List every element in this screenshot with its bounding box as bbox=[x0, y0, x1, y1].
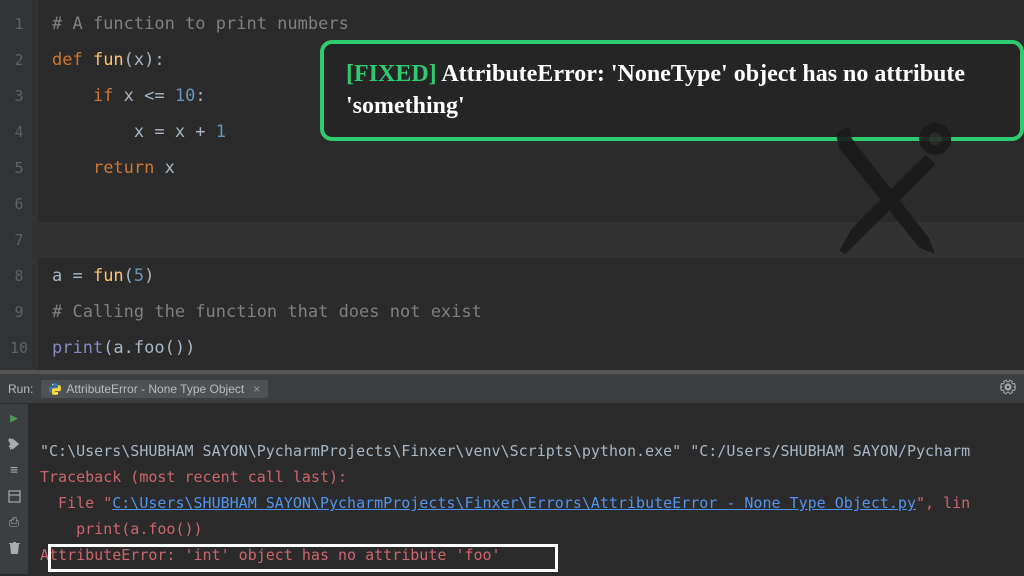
line-number: 6 bbox=[0, 186, 38, 222]
line-number: 7 bbox=[0, 222, 38, 258]
error-message: AttributeError: 'int' object has no attr… bbox=[40, 546, 501, 564]
line-number: 10 bbox=[0, 330, 38, 366]
code-editor[interactable]: 12345678910 # A function to print number… bbox=[0, 0, 1024, 370]
code-line[interactable]: print(a.foo()) bbox=[38, 330, 1024, 366]
traceback-call: print(a.foo()) bbox=[40, 520, 203, 538]
layout-icon[interactable] bbox=[6, 488, 22, 504]
line-number: 8 bbox=[0, 258, 38, 294]
file-quote-pre: File " bbox=[40, 494, 112, 512]
line-number: 2 bbox=[0, 42, 38, 78]
line-number-gutter: 12345678910 bbox=[0, 0, 38, 370]
traceback-header: Traceback (most recent call last): bbox=[40, 468, 347, 486]
tools-icon bbox=[804, 110, 964, 270]
console-output[interactable]: "C:\Users\SHUBHAM SAYON\PycharmProjects\… bbox=[28, 404, 1024, 574]
python-icon bbox=[49, 383, 61, 395]
traceback-file-link[interactable]: C:\Users\SHUBHAM SAYON\PycharmProjects\F… bbox=[112, 494, 916, 512]
wrap-icon[interactable]: ⎙ bbox=[6, 514, 22, 530]
close-icon[interactable]: × bbox=[253, 382, 260, 396]
line-number: 5 bbox=[0, 150, 38, 186]
line-number: 3 bbox=[0, 78, 38, 114]
console-command: "C:\Users\SHUBHAM SAYON\PycharmProjects\… bbox=[40, 442, 970, 460]
line-number: 1 bbox=[0, 6, 38, 42]
trash-icon[interactable] bbox=[6, 540, 22, 556]
line-number: 9 bbox=[0, 294, 38, 330]
run-config-tab[interactable]: AttributeError - None Type Object × bbox=[41, 380, 268, 398]
gear-icon[interactable] bbox=[1000, 379, 1016, 399]
file-quote-post: ", lin bbox=[916, 494, 970, 512]
rerun-icon[interactable]: ▶ bbox=[6, 410, 22, 426]
down-icon[interactable]: ≡ bbox=[6, 462, 22, 478]
code-line[interactable]: # A function to print numbers bbox=[38, 6, 1024, 42]
run-tab-label: AttributeError - None Type Object bbox=[66, 382, 244, 396]
callout-fixed-badge: [FIXED] bbox=[346, 61, 437, 87]
line-number: 4 bbox=[0, 114, 38, 150]
console-action-gutter: ▶ ≡ ⎙ bbox=[0, 404, 28, 574]
run-toolbar: Run: AttributeError - None Type Object × bbox=[0, 374, 1024, 404]
run-console: ▶ ≡ ⎙ "C:\Users\SHUBHAM SAYON\PycharmPro… bbox=[0, 404, 1024, 574]
code-line[interactable]: # Calling the function that does not exi… bbox=[38, 294, 1024, 330]
run-label: Run: bbox=[8, 382, 33, 396]
stop-icon[interactable] bbox=[6, 436, 22, 452]
